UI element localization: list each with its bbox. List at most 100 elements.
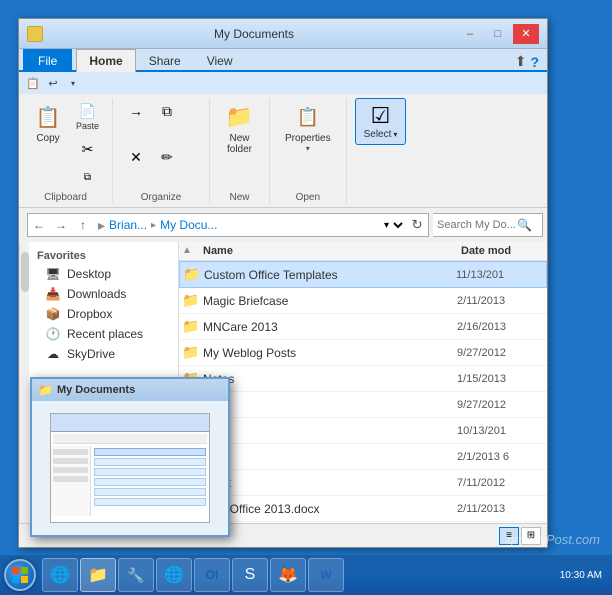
tab-home[interactable]: Home <box>76 49 135 72</box>
file-date-8: 7/11/2012 <box>457 477 547 489</box>
refresh-button[interactable]: ↻ <box>406 214 428 236</box>
up-button[interactable]: ↑ <box>72 214 94 236</box>
sidebar-label-downloads: Downloads <box>67 287 126 301</box>
tab-view[interactable]: View <box>194 49 246 72</box>
col-name[interactable]: Name <box>195 245 457 257</box>
thumb-file-row <box>94 448 206 456</box>
search-input[interactable] <box>437 219 517 231</box>
taskbar-skype-button[interactable]: S <box>232 558 268 592</box>
maximize-button[interactable]: □ <box>485 24 511 44</box>
file-row-4[interactable]: 📁 Notes 1/15/2013 <box>179 366 547 392</box>
qa-undo-btn[interactable]: ↩ <box>45 75 61 91</box>
move-to-button[interactable]: → <box>121 98 151 124</box>
taskbar-ie-button[interactable]: 🌐 <box>42 558 78 592</box>
forward-button[interactable]: → <box>50 214 72 236</box>
delete-button[interactable]: ✕ <box>121 145 151 171</box>
file-date-6: 10/13/201 <box>457 425 547 437</box>
file-list: ▲ Name Date mod 📁 Custom Office Template… <box>179 242 547 523</box>
properties-button[interactable]: 📋 Properties ▾ <box>278 98 338 158</box>
close-button[interactable]: ✕ <box>513 24 539 44</box>
taskbar-outlook-button[interactable]: Ol <box>194 558 230 592</box>
file-row-3[interactable]: 📁 My Weblog Posts 9/27/2012 <box>179 340 547 366</box>
paste-button[interactable]: 📄 Paste <box>71 98 104 134</box>
start-button[interactable] <box>4 559 36 591</box>
window-title: My Documents <box>51 27 457 41</box>
file-name-9: s for Office 2013.docx <box>203 502 457 516</box>
search-icon[interactable]: 🔍 <box>517 218 532 232</box>
taskbar-browser2-button[interactable]: 🌐 <box>156 558 192 592</box>
tab-file[interactable]: File <box>23 49 72 72</box>
file-name-7: .txt <box>203 450 457 464</box>
shortcut-icon: ⧉ <box>78 167 98 187</box>
file-row-8[interactable]: 📄 ile.txt 7/11/2012 <box>179 470 547 496</box>
thumb-file-row <box>94 478 206 486</box>
thumb-folder-icon: 📁 <box>38 383 53 397</box>
copy-to-button[interactable]: ⧉ <box>152 98 182 124</box>
file-row-2[interactable]: 📁 MNCare 2013 2/16/2013 <box>179 314 547 340</box>
ribbon-group-clipboard: 📋 Copy 📄 Paste ✂ ⧉ Clipboard <box>19 98 113 203</box>
file-row-1[interactable]: 📁 Magic Briefcase 2/11/2013 <box>179 288 547 314</box>
minimize-button[interactable]: – <box>457 24 483 44</box>
rename-button[interactable]: ✏ <box>152 145 182 171</box>
copy-icon: 📋 <box>34 103 62 131</box>
shortcut-button[interactable]: ⧉ <box>71 164 104 190</box>
title-bar-controls: – □ ✕ <box>457 24 539 44</box>
file-row-5[interactable]: 📁 9/27/2012 <box>179 392 547 418</box>
taskbar-explorer-button[interactable]: 📁 <box>80 558 116 592</box>
file-name-0: Custom Office Templates <box>204 268 456 282</box>
file-row-9[interactable]: 📄 s for Office 2013.docx 2/11/2013 <box>179 496 547 522</box>
taskbar-firefox-button[interactable]: 🦊 <box>270 558 306 592</box>
back-button[interactable]: ← <box>28 214 50 236</box>
qa-properties-btn[interactable]: 📋 <box>25 75 41 91</box>
thumbnail-title: 📁 My Documents <box>32 379 228 401</box>
breadcrumb-current[interactable]: My Docu... <box>160 218 217 232</box>
properties-dropdown[interactable]: ▾ <box>306 144 310 153</box>
qa-dropdown-btn[interactable]: ▾ <box>65 75 81 91</box>
thumb-file-row <box>94 488 206 496</box>
copy-to-icon: ⧉ <box>157 101 177 121</box>
cut-button[interactable]: ✂ <box>71 136 104 162</box>
taskbar-word-button[interactable]: W <box>308 558 344 592</box>
select-button[interactable]: ☑ Select ▾ <box>355 98 407 145</box>
clipboard-label: Clipboard <box>44 192 87 203</box>
thumbnail-popup[interactable]: 📁 My Documents <box>30 377 230 537</box>
ribbon-group-new: 📁 Newfolder New <box>210 98 270 203</box>
sidebar-item-downloads[interactable]: 📥 Downloads <box>29 284 178 304</box>
select-group-label <box>379 192 382 203</box>
taskbar-settings-button[interactable]: 🔧 <box>118 558 154 592</box>
open-label: Open <box>296 192 320 203</box>
file-row-7[interactable]: 📄 .txt 2/1/2013 6 <box>179 444 547 470</box>
sidebar-item-recent[interactable]: 🕐 Recent places <box>29 324 178 344</box>
thumb-sidebar-item <box>53 467 88 473</box>
file-list-header: ▲ Name Date mod <box>179 242 547 261</box>
skydrive-icon: ☁ <box>45 347 61 361</box>
ribbon-tabs: File Home Share View ⬆ ? <box>19 49 547 72</box>
copy-button[interactable]: 📋 Copy <box>27 98 69 149</box>
sidebar-scrollbar[interactable] <box>19 242 29 523</box>
breadcrumb-parent[interactable]: Brian... <box>109 218 147 232</box>
info-icon[interactable]: ? <box>530 54 539 70</box>
rename-icon: ✏ <box>157 148 177 168</box>
sidebar-item-skydrive[interactable]: ☁ SkyDrive <box>29 344 178 364</box>
sidebar-item-dropbox[interactable]: 📦 Dropbox <box>29 304 178 324</box>
file-row-6[interactable]: 📄 .rdp 10/13/201 <box>179 418 547 444</box>
new-buttons: 📁 Newfolder <box>219 98 261 190</box>
file-name-8: ile.txt <box>203 476 457 490</box>
thumb-file-row <box>94 458 206 466</box>
file-row-0[interactable]: 📁 Custom Office Templates 11/13/201 <box>179 261 547 288</box>
thumb-addr <box>53 434 207 444</box>
address-bar: ← → ↑ ▸ Brian... ▸ My Docu... ▾ ↻ <box>27 213 429 237</box>
file-date-3: 9/27/2012 <box>457 347 547 359</box>
address-dropdown[interactable]: ▾ <box>380 219 406 232</box>
sidebar-scroll-thumb[interactable] <box>21 252 29 292</box>
tab-share[interactable]: Share <box>136 49 194 72</box>
help-icon[interactable]: ⬆ <box>515 53 527 70</box>
thumb-sidebar <box>51 446 91 516</box>
sidebar-item-desktop[interactable]: 🖥 Desktop <box>29 264 178 284</box>
sidebar-label-desktop: Desktop <box>67 267 111 281</box>
file-name-1: Magic Briefcase <box>203 294 457 308</box>
new-folder-button[interactable]: 📁 Newfolder <box>219 98 261 160</box>
select-icon: ☑ <box>371 103 391 129</box>
ribbon-bar: 📋 Copy 📄 Paste ✂ ⧉ Clipboard <box>19 94 547 208</box>
col-date[interactable]: Date mod <box>457 245 547 257</box>
